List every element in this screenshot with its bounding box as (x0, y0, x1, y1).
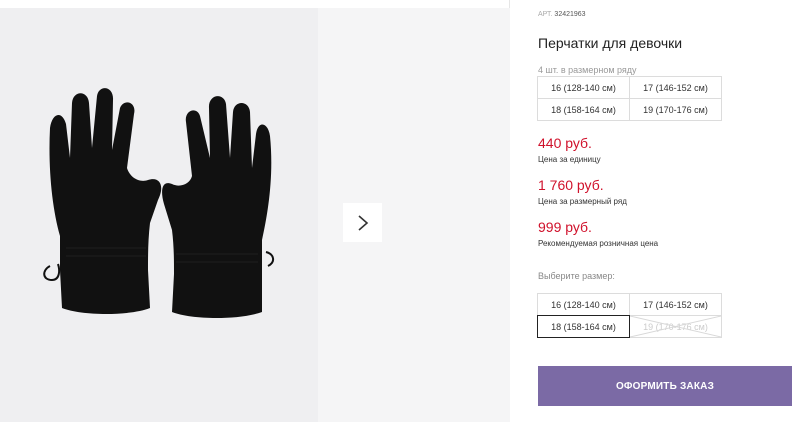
unit-price-note: Цена за единицу (538, 155, 601, 164)
size-option-17[interactable]: 17 (146-152 см) (629, 293, 722, 316)
choose-size-label: Выберите размер: (538, 271, 615, 281)
retail-price: 999 руб. (538, 219, 592, 235)
size-picker: 16 (128-140 см) 17 (146-152 см) 18 (158-… (537, 293, 722, 338)
unit-price: 440 руб. (538, 135, 592, 151)
size-row-note: 4 шт. в размерном ряду (538, 65, 637, 75)
size-row-price: 1 760 руб. (538, 177, 604, 193)
size-row-price-note: Цена за размерный ряд (538, 197, 627, 206)
next-image-button[interactable] (343, 203, 382, 242)
sku-label: АРТ. (538, 11, 553, 18)
size-option-16[interactable]: 16 (128-140 см) (537, 293, 630, 316)
sku-line: АРТ. 32421963 (538, 11, 586, 18)
retail-price-note: Рекомендуемая розничная цена (538, 239, 659, 248)
chevron-right-icon (357, 214, 368, 231)
product-gallery (0, 0, 510, 422)
size-option-18-selected[interactable]: 18 (158-164 см) (537, 315, 630, 338)
product-title: Перчатки для девочки (538, 35, 683, 51)
size-row-cell: 17 (146-152 см) (629, 76, 722, 99)
size-row-cell: 18 (158-164 см) (537, 98, 630, 121)
place-order-button[interactable]: ОФОРМИТЬ ЗАКАЗ (538, 366, 792, 406)
unavailable-cross-icon (630, 316, 721, 337)
size-row-cell: 19 (170-176 см) (629, 98, 722, 121)
gloves-image (43, 88, 274, 318)
sku-number: 32421963 (554, 11, 586, 18)
size-option-19-disabled: 19 (170-176 см) (629, 315, 722, 338)
size-row-table: 16 (128-140 см) 17 (146-152 см) 18 (158-… (537, 76, 722, 121)
product-photo[interactable] (0, 8, 318, 422)
size-row-cell: 16 (128-140 см) (537, 76, 630, 99)
